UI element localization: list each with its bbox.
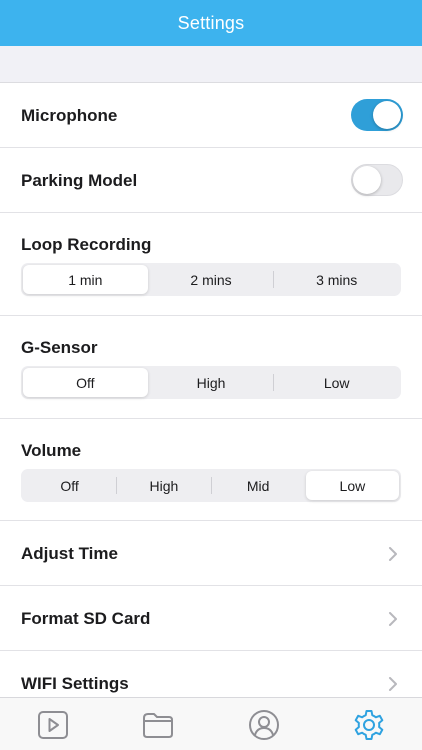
volume-option-high[interactable]: High [117,471,210,500]
user-icon [249,710,279,740]
volume-segmented-control: Off High Mid Low [21,469,401,502]
loop-recording-row: Loop Recording 1 min 2 mins 3 mins [0,213,422,316]
tab-bar [0,697,422,750]
g-sensor-option-off[interactable]: Off [23,368,148,397]
tab-settings[interactable] [352,708,386,742]
format-sd-card-row[interactable]: Format SD Card [0,586,422,651]
volume-option-off[interactable]: Off [23,471,116,500]
page-title: Settings [177,12,245,33]
g-sensor-segmented-control: Off High Low [21,366,401,399]
adjust-time-label: Adjust Time [21,544,118,563]
parking-model-toggle[interactable] [351,164,403,196]
section-spacer [0,46,422,83]
microphone-label: Microphone [21,106,118,125]
toggle-knob [353,166,381,194]
adjust-time-row[interactable]: Adjust Time [0,521,422,586]
tab-files[interactable] [141,708,175,742]
loop-recording-segmented-control: 1 min 2 mins 3 mins [21,263,401,296]
loop-option-1min[interactable]: 1 min [23,265,148,294]
wifi-settings-label: WIFI Settings [21,674,129,693]
folder-icon [143,713,173,738]
microphone-row: Microphone [0,83,422,148]
tab-profile[interactable] [247,708,281,742]
g-sensor-row: G-Sensor Off High Low [0,316,422,419]
volume-row: Volume Off High Mid Low [0,419,422,522]
format-sd-card-label: Format SD Card [21,609,151,628]
wifi-settings-row[interactable]: WIFI Settings [0,651,422,697]
gear-icon [354,710,384,740]
volume-option-mid[interactable]: Mid [212,471,305,500]
settings-list[interactable]: Microphone Parking Model Loop Recording … [0,83,422,697]
loop-recording-label: Loop Recording [21,235,152,254]
g-sensor-label: G-Sensor [21,338,98,357]
microphone-toggle[interactable] [351,99,403,131]
chevron-right-icon [389,612,397,626]
play-icon [38,711,68,739]
chevron-right-icon [389,547,397,561]
g-sensor-option-high[interactable]: High [149,368,274,397]
toggle-knob [373,101,401,129]
g-sensor-option-low[interactable]: Low [274,368,399,397]
loop-option-3mins[interactable]: 3 mins [274,265,399,294]
parking-model-label: Parking Model [21,171,138,190]
tab-videos[interactable] [36,708,70,742]
volume-label: Volume [21,441,82,460]
parking-model-row: Parking Model [0,148,422,213]
nav-header: Settings [0,0,422,46]
loop-option-2mins[interactable]: 2 mins [149,265,274,294]
volume-option-low[interactable]: Low [305,471,399,500]
chevron-right-icon [389,677,397,691]
